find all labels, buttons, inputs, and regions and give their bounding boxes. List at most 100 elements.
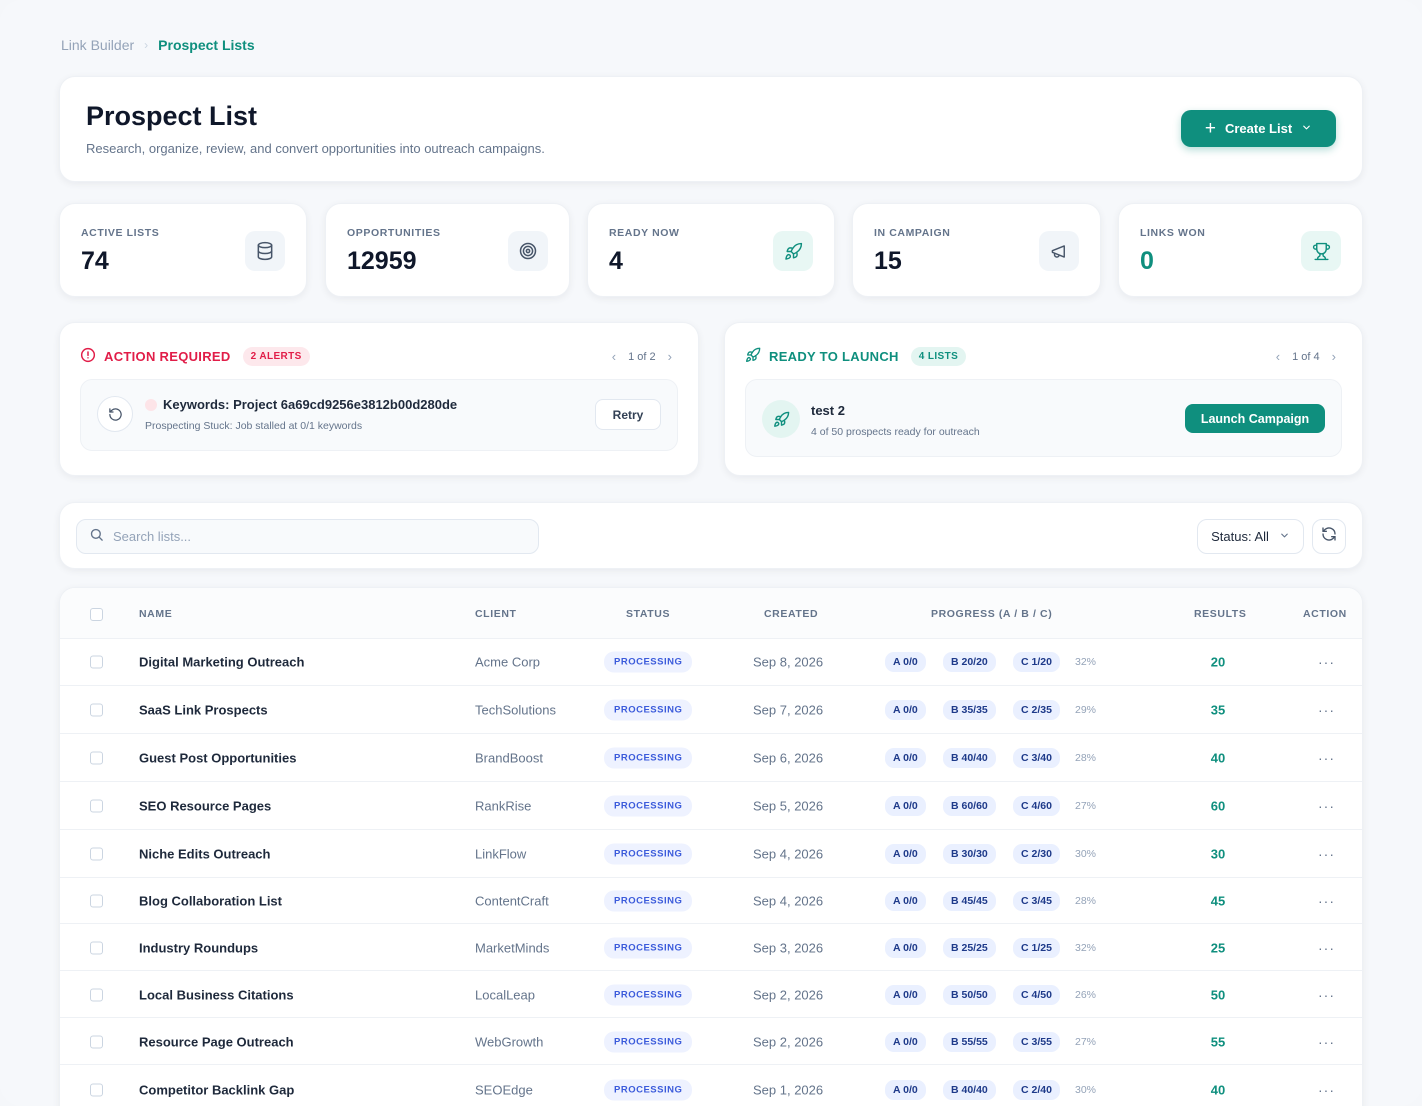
list-name[interactable]: Niche Edits Outreach xyxy=(139,847,270,862)
column-header-client[interactable]: CLIENT xyxy=(475,608,517,620)
more-actions-icon[interactable]: ··· xyxy=(1318,1034,1335,1050)
more-actions-icon[interactable]: ··· xyxy=(1318,702,1335,718)
progress-b-badge: B 30/30 xyxy=(943,844,996,864)
chevron-down-icon xyxy=(1301,122,1312,136)
column-header-name[interactable]: NAME xyxy=(139,608,172,620)
more-actions-icon[interactable]: ··· xyxy=(1318,846,1335,862)
column-header-created[interactable]: CREATED xyxy=(764,608,818,620)
column-header-results[interactable]: RESULTS xyxy=(1194,608,1246,620)
more-actions-icon[interactable]: ··· xyxy=(1318,940,1335,956)
progress-c-badge: C 4/50 xyxy=(1013,984,1060,1005)
results-count: 45 xyxy=(1210,893,1226,908)
table-row[interactable]: SEO Resource Pages RankRise PROCESSING Sep … xyxy=(60,783,1362,830)
table-row[interactable]: Local Business Citations LocalLeap PROCESS… xyxy=(60,972,1362,1018)
alert-item-subtitle: Prospecting Stuck: Job stalled at 0/1 ke… xyxy=(145,420,363,432)
table-row[interactable]: Resource Page Outreach WebGrowth PROCESSIN… xyxy=(60,1019,1362,1065)
progress-a-badge: A 0/0 xyxy=(885,844,926,864)
progress-percent: 30% xyxy=(1075,1083,1097,1096)
list-name[interactable]: Resource Page Outreach xyxy=(139,1034,294,1049)
client-name: MarketMinds xyxy=(475,940,550,955)
chevron-right-icon[interactable]: › xyxy=(668,349,672,364)
stat-label: OPPORTUNITIES xyxy=(347,227,441,239)
launch-pager-label: 1 of 4 xyxy=(1292,350,1320,363)
alert-dot-icon xyxy=(145,398,157,411)
row-checkbox[interactable] xyxy=(90,894,103,907)
column-header-status[interactable]: STATUS xyxy=(626,608,670,620)
table-row[interactable]: Digital Marketing Outreach Acme Corp PROCE… xyxy=(60,639,1362,686)
column-header-progress[interactable]: PROGRESS (A / B / C) xyxy=(931,608,1052,620)
table-row[interactable]: Niche Edits Outreach LinkFlow PROCESSING Se… xyxy=(60,831,1362,878)
action-required-header: ACTION REQUIRED 2 ALERTS xyxy=(80,347,310,366)
row-checkbox[interactable] xyxy=(90,703,103,717)
progress-percent: 32% xyxy=(1075,941,1097,954)
select-all-checkbox[interactable] xyxy=(90,608,103,621)
client-name: WebGrowth xyxy=(475,1034,544,1049)
progress-a-badge: A 0/0 xyxy=(885,652,926,672)
list-name[interactable]: Digital Marketing Outreach xyxy=(139,655,304,670)
alert-circle-icon xyxy=(80,347,96,366)
status-badge: PROCESSING xyxy=(604,1031,693,1052)
more-actions-icon[interactable]: ··· xyxy=(1318,798,1335,814)
row-checkbox[interactable] xyxy=(90,988,103,1001)
stat-card-opportunities: OPPORTUNITIES 12959 xyxy=(325,203,570,297)
table-row[interactable]: Competitor Backlink Gap SEOEdge PROCESSING… xyxy=(60,1066,1362,1106)
create-list-button[interactable]: + Create List xyxy=(1181,110,1336,147)
search-box[interactable] xyxy=(76,519,539,554)
more-actions-icon[interactable]: ··· xyxy=(1318,893,1335,909)
launch-campaign-button[interactable]: Launch Campaign xyxy=(1185,404,1325,433)
row-checkbox[interactable] xyxy=(90,751,103,765)
refresh-button[interactable] xyxy=(1312,519,1346,554)
launch-pager: ‹ 1 of 4 › xyxy=(1276,349,1336,364)
alerts-pager: ‹ 1 of 2 › xyxy=(612,349,672,364)
row-checkbox[interactable] xyxy=(90,941,103,954)
results-count: 30 xyxy=(1210,846,1226,862)
page-title: Prospect List xyxy=(86,101,258,131)
more-actions-icon[interactable]: ··· xyxy=(1318,987,1335,1003)
breadcrumb-link-builder[interactable]: Link Builder xyxy=(61,37,134,53)
progress-b-badge: B 45/45 xyxy=(943,890,996,911)
progress-a-badge: A 0/0 xyxy=(885,984,926,1005)
more-actions-icon[interactable]: ··· xyxy=(1318,1082,1335,1098)
table-row[interactable]: SaaS Link Prospects TechSolutions PROCESSI… xyxy=(60,687,1362,734)
row-checkbox[interactable] xyxy=(90,847,103,861)
table-row[interactable]: Blog Collaboration List ContentCraft PROCE… xyxy=(60,878,1362,924)
progress-b-badge: B 20/20 xyxy=(943,652,996,672)
list-name[interactable]: SEO Resource Pages xyxy=(139,799,271,814)
row-checkbox[interactable] xyxy=(90,799,103,813)
column-header-action: ACTION xyxy=(1303,608,1347,620)
list-name[interactable]: Competitor Backlink Gap xyxy=(139,1082,294,1097)
status-badge: PROCESSING xyxy=(604,984,693,1005)
list-name[interactable]: SaaS Link Prospects xyxy=(139,703,268,718)
search-input[interactable] xyxy=(113,529,513,544)
stat-value: 74 xyxy=(81,247,109,275)
stat-value: 12959 xyxy=(347,247,417,275)
stat-label: IN CAMPAIGN xyxy=(874,227,951,239)
launch-item: test 2 4 of 50 prospects ready for outre… xyxy=(745,379,1342,457)
list-name[interactable]: Local Business Citations xyxy=(139,987,294,1002)
progress-a-badge: A 0/0 xyxy=(885,1079,926,1100)
chevron-left-icon[interactable]: ‹ xyxy=(1276,349,1280,364)
table-row[interactable]: Guest Post Opportunities BrandBoost PROCES… xyxy=(60,735,1362,782)
progress-b-badge: B 35/35 xyxy=(943,700,996,720)
retry-button[interactable]: Retry xyxy=(595,399,661,430)
progress-percent: 30% xyxy=(1075,848,1097,860)
more-actions-icon[interactable]: ··· xyxy=(1318,654,1335,670)
progress-a-badge: A 0/0 xyxy=(885,796,926,816)
page-header-card: Prospect List Research, organize, review… xyxy=(59,76,1363,182)
progress-percent: 28% xyxy=(1075,894,1097,907)
list-name[interactable]: Industry Roundups xyxy=(139,940,258,955)
chevron-right-icon[interactable]: › xyxy=(1332,349,1336,364)
table-row[interactable]: Industry Roundups MarketMinds PROCESSING Se… xyxy=(60,925,1362,971)
row-checkbox[interactable] xyxy=(90,655,103,669)
progress-percent: 32% xyxy=(1075,656,1097,668)
chevron-left-icon[interactable]: ‹ xyxy=(612,349,616,364)
launch-item-title: test 2 xyxy=(811,403,845,418)
row-checkbox[interactable] xyxy=(90,1035,103,1048)
row-checkbox[interactable] xyxy=(90,1083,103,1096)
status-filter-select[interactable]: Status: All xyxy=(1197,519,1304,554)
database-icon xyxy=(245,231,285,271)
progress-percent: 28% xyxy=(1075,752,1097,764)
list-name[interactable]: Blog Collaboration List xyxy=(139,893,282,908)
more-actions-icon[interactable]: ··· xyxy=(1318,750,1335,766)
list-name[interactable]: Guest Post Opportunities xyxy=(139,751,296,766)
